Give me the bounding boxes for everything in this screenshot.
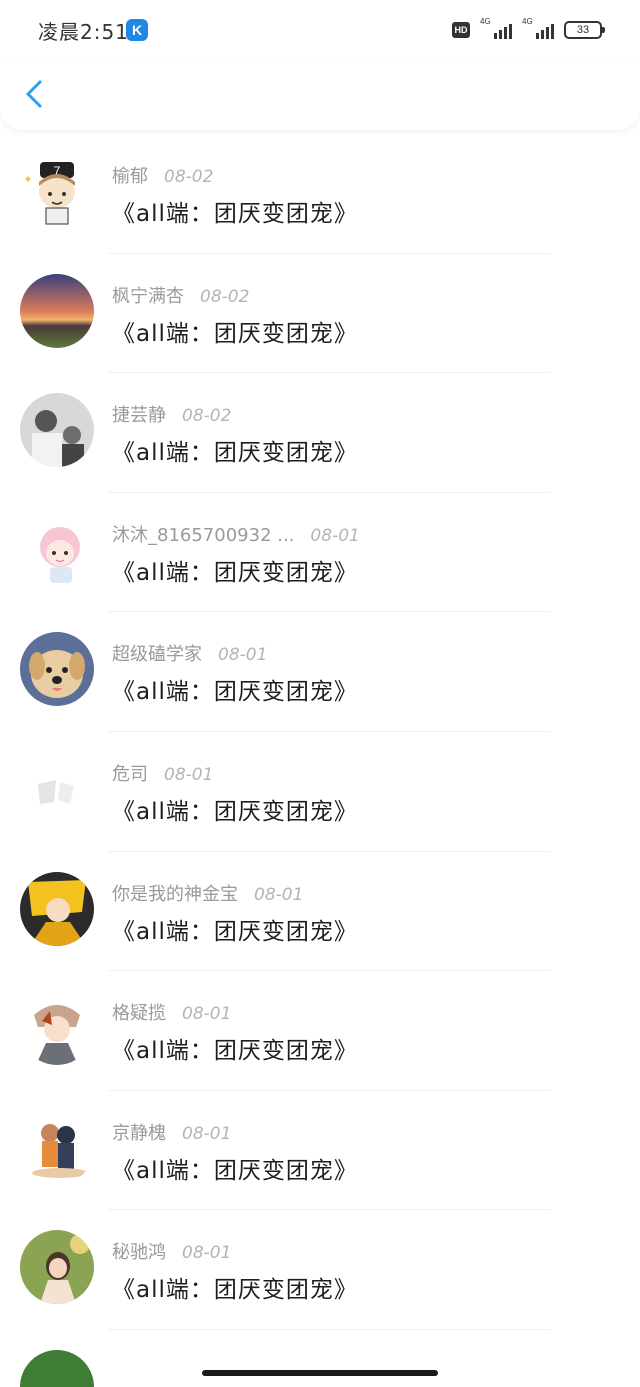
item-message: 《all端：团厌变团宠》 xyxy=(112,201,358,227)
item-date: 08-02 xyxy=(164,167,214,187)
item-date: 08-01 xyxy=(254,884,304,905)
network-type: 4G xyxy=(522,17,533,26)
list-item[interactable]: 格疑揽 08-01 《all端：团厌变团宠》 xyxy=(0,971,640,1091)
battery-icon: 33 xyxy=(564,21,605,39)
list-item[interactable]: 超级磕学家 08-01 《all端：团厌变团宠》 xyxy=(0,612,640,732)
item-name: 榆郁 xyxy=(112,166,148,187)
item-name: 京静槐 xyxy=(112,1122,166,1144)
list-item[interactable]: 捷芸静 08-02 《all端：团厌变团宠》 xyxy=(0,373,640,493)
status-time: 凌晨2:51 xyxy=(38,20,129,44)
network-type: 4G xyxy=(480,17,491,26)
avatar[interactable]: 7 xyxy=(20,154,94,228)
back-button[interactable] xyxy=(18,76,54,112)
list-item[interactable]: 秘驰鸿 08-01 《all端：团厌变团宠》 xyxy=(0,1210,640,1330)
item-message: 《all端：团厌变团宠》 xyxy=(112,559,358,586)
item-message: 《all端：团厌变团宠》 xyxy=(112,798,358,825)
list-item[interactable]: 京静槐 08-01 《all端：团厌变团宠》 xyxy=(0,1091,640,1211)
item-name: 超级磕学家 xyxy=(112,644,202,666)
nav-bar xyxy=(0,58,640,130)
item-message: 《all端：团厌变团宠》 xyxy=(112,1277,358,1304)
item-name: 危司 xyxy=(112,763,148,785)
item-date: 08-01 xyxy=(310,525,360,546)
signal-icon: 4G xyxy=(522,17,554,41)
item-name: 格疑揽 xyxy=(112,1003,166,1025)
item-date: 08-02 xyxy=(200,286,250,307)
list-item[interactable]: 7 榆郁 08-02 《all端：团厌变团宠》 xyxy=(0,134,640,254)
item-name: 秘驰鸿 xyxy=(112,1242,166,1264)
item-name: 捷芸静 xyxy=(112,405,166,427)
hd-icon: HD xyxy=(452,22,470,38)
item-date: 08-01 xyxy=(182,1243,232,1264)
item-message: 《all端：团厌变团宠》 xyxy=(112,1038,358,1065)
item-name: 沐沐_8165700932 ... xyxy=(112,524,295,546)
item-message: 《all端：团厌变团宠》 xyxy=(112,918,358,945)
list-item[interactable]: 枫宁满杏 08-02 《all端：团厌变团宠》 xyxy=(0,254,640,374)
list-item[interactable]: 危司 08-01 《all端：团厌变团宠》 xyxy=(0,732,640,852)
avatar[interactable] xyxy=(20,751,94,826)
app-notification-icon: K xyxy=(126,19,148,41)
item-name: 你是我的神金宝 xyxy=(112,883,238,905)
status-bar: 凌晨2:51 K HD 4G 4G 33 xyxy=(0,0,640,58)
item-message: 《all端：团厌变团宠》 xyxy=(112,320,358,347)
item-name: 枫宁满杏 xyxy=(112,285,184,307)
item-date: 08-01 xyxy=(182,1004,232,1025)
avatar[interactable] xyxy=(20,1110,94,1185)
status-indicators: HD 4G 4G 33 xyxy=(452,17,605,42)
item-message: 《all端：团厌变团宠》 xyxy=(112,1157,358,1184)
list-item[interactable]: 你是我的神金宝 08-01 《all端：团厌变团宠》 xyxy=(0,852,640,972)
list-item[interactable] xyxy=(0,1330,640,1387)
item-date: 08-01 xyxy=(164,764,214,785)
avatar[interactable] xyxy=(20,393,94,468)
item-message: 《all端：团厌变团宠》 xyxy=(112,440,358,467)
message-list: 7 榆郁 08-02 《all端：团厌变团宠》 枫宁满杏 08-02 《all端… xyxy=(0,134,640,1387)
item-message: 《all端：团厌变团宠》 xyxy=(112,679,358,706)
avatar[interactable] xyxy=(20,1349,94,1387)
avatar[interactable] xyxy=(20,871,94,946)
list-item[interactable]: 沐沐_8165700932 ... 08-01 《all端：团厌变团宠》 xyxy=(0,493,640,613)
avatar[interactable] xyxy=(20,632,94,707)
item-date: 08-01 xyxy=(218,645,268,666)
item-date: 08-02 xyxy=(182,406,232,427)
avatar[interactable] xyxy=(20,273,94,348)
item-date: 08-01 xyxy=(182,1123,232,1144)
signal-icon: 4G xyxy=(480,17,512,41)
home-indicator[interactable] xyxy=(202,1370,438,1376)
chevron-left-icon xyxy=(26,80,42,108)
avatar[interactable] xyxy=(20,991,94,1066)
avatar[interactable] xyxy=(20,512,94,587)
avatar[interactable] xyxy=(20,1230,94,1305)
